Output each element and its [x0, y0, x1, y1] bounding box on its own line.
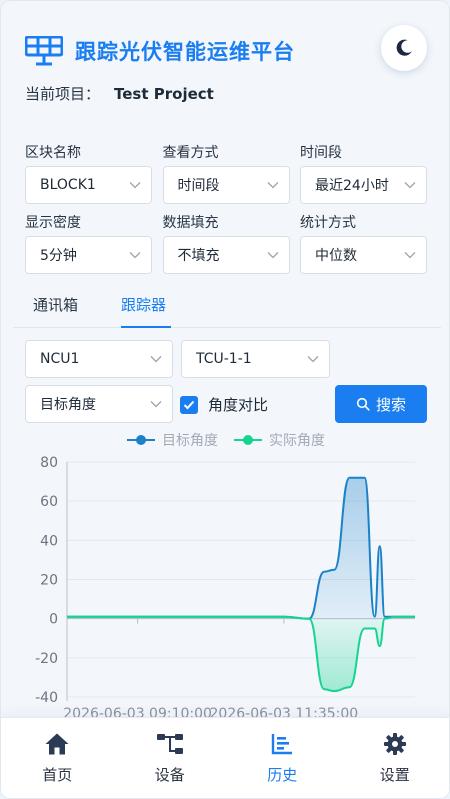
query-options: 目标角度 角度对比 搜索: [25, 385, 427, 423]
chevron-down-icon: [150, 401, 162, 408]
nav-history[interactable]: 历史: [226, 718, 339, 798]
home-icon: [45, 733, 69, 755]
chevron-down-icon: [267, 252, 278, 259]
display-density-label: 显示密度: [25, 215, 81, 231]
chart-legend: 目标角度 实际角度: [127, 433, 325, 449]
chevron-down-icon: [150, 356, 162, 363]
statistic-method-select[interactable]: 中位数: [300, 236, 427, 274]
y-tick-label: 20: [40, 573, 58, 589]
solar-panel-logo-icon: [25, 36, 63, 66]
check-icon: [183, 400, 195, 409]
filter-panel: 区块名称 BLOCK1 查看方式 时间段 时间段 最近24小时 显示密度 5分钟…: [25, 143, 427, 283]
display-density-select[interactable]: 5分钟: [25, 236, 152, 274]
checkbox-box[interactable]: [180, 395, 198, 414]
device-tabs: 通讯箱 跟踪器: [13, 286, 441, 328]
nav-devices[interactable]: 设备: [114, 718, 227, 798]
legend-marker-2: [243, 435, 253, 445]
ncu-select[interactable]: NCU1: [25, 340, 173, 378]
nav-history-label: 历史: [267, 766, 298, 784]
active-tab-indicator: [121, 326, 171, 328]
data-fill-select[interactable]: 不填充: [162, 236, 290, 274]
time-range-value: 最近24小时: [315, 178, 389, 194]
tab-tracker[interactable]: 跟踪器: [121, 294, 166, 315]
view-mode-select[interactable]: 时间段: [162, 166, 290, 204]
series-area-2: [67, 616, 415, 692]
chevron-down-icon: [307, 356, 319, 363]
time-range-select[interactable]: 最近24小时: [300, 166, 427, 204]
legend-label-1: 目标角度: [162, 433, 218, 449]
y-tick-label: 0: [49, 612, 58, 628]
tcu-value: TCU-1-1: [196, 351, 252, 367]
block-name-label: 区块名称: [25, 145, 81, 161]
chevron-down-icon: [404, 182, 416, 189]
block-name-value: BLOCK1: [40, 177, 96, 193]
y-tick-label: 80: [40, 455, 58, 471]
search-icon: [356, 397, 370, 411]
data-fill-value: 不填充: [177, 248, 220, 264]
search-button[interactable]: 搜索: [335, 385, 427, 423]
nav-settings-label: 设置: [379, 766, 410, 784]
app-header: 跟踪光伏智能运维平台: [25, 33, 295, 69]
data-fill-label: 数据填充: [162, 215, 219, 231]
chevron-down-icon: [129, 182, 141, 189]
y-tick-label: 60: [40, 494, 58, 510]
statistic-method-value: 中位数: [315, 248, 357, 264]
chevron-down-icon: [267, 182, 278, 189]
y-tick-label: -20: [35, 651, 58, 667]
y-axis-ticks: 80 60 40 20 0 -20 -40: [35, 455, 58, 706]
legend-marker-1: [136, 435, 146, 445]
block-name-select[interactable]: BLOCK1: [25, 166, 152, 204]
nav-home[interactable]: 首页: [1, 718, 114, 798]
gear-icon: [383, 733, 406, 755]
ncu-value: NCU1: [40, 351, 80, 367]
metric-select[interactable]: 目标角度: [25, 385, 173, 423]
nav-settings[interactable]: 设置: [339, 718, 450, 798]
chart-series: [66, 476, 416, 693]
tab-comm-box[interactable]: 通讯箱: [33, 294, 78, 315]
legend-label-2: 实际角度: [269, 433, 325, 449]
device-selectors: NCU1 TCU-1-1: [25, 340, 427, 378]
app-title: 跟踪光伏智能运维平台: [75, 40, 295, 64]
tcu-select[interactable]: TCU-1-1: [181, 340, 330, 378]
metric-value: 目标角度: [40, 397, 96, 413]
bottom-navigation: 首页 设备 历史 设置: [1, 717, 450, 798]
current-project: 当前项目： Test Project: [25, 83, 214, 104]
angle-compare-checkbox[interactable]: 角度对比: [180, 394, 268, 415]
nav-home-label: 首页: [42, 766, 73, 784]
y-tick-label: -40: [35, 690, 58, 706]
statistic-method-label: 统计方式: [300, 215, 356, 231]
nav-devices-label: 设备: [154, 766, 185, 784]
view-mode-label: 查看方式: [162, 145, 219, 161]
moon-icon: [396, 39, 412, 56]
series-area-1: [67, 477, 415, 619]
theme-toggle-button[interactable]: [381, 25, 427, 71]
time-range-label: 时间段: [300, 145, 342, 161]
search-button-label: 搜索: [375, 395, 406, 414]
history-chart-icon: [272, 734, 293, 755]
current-project-label: 当前项目：: [25, 85, 101, 103]
y-tick-label: 40: [40, 533, 58, 549]
angle-compare-label: 角度对比: [208, 396, 269, 414]
chevron-down-icon: [404, 252, 416, 259]
view-mode-value: 时间段: [177, 178, 220, 194]
app-window: 跟踪光伏智能运维平台 当前项目： Test Project 区块名称 BLOCK…: [0, 0, 450, 799]
chevron-down-icon: [129, 252, 141, 259]
display-density-value: 5分钟: [40, 248, 77, 264]
current-project-name: Test Project: [114, 84, 214, 103]
device-network-icon: [156, 734, 183, 754]
angle-chart: 目标角度 实际角度 806040200-20-40 2026-06-03 09:1…: [35, 433, 416, 721]
